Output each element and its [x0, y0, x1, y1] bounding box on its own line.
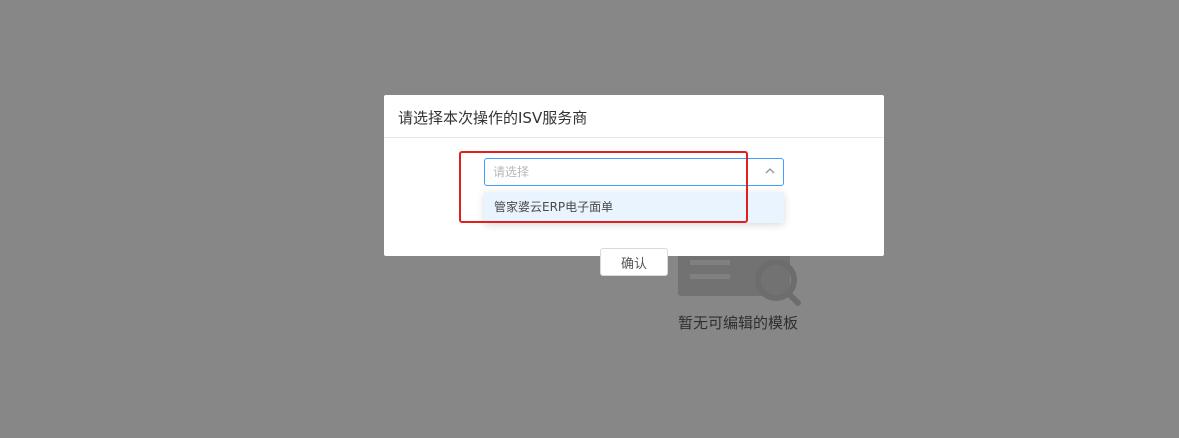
dialog-title: 请选择本次操作的ISV服务商 [384, 95, 884, 138]
confirm-button[interactable]: 确认 [600, 248, 668, 276]
isv-select-dialog: 请选择本次操作的ISV服务商 确认 [384, 95, 884, 276]
dropdown-option[interactable]: 管家婆云ERP电子面单 [484, 192, 784, 223]
select-dropdown: 管家婆云ERP电子面单 [484, 192, 784, 223]
isv-select-input[interactable] [484, 158, 784, 186]
chevron-up-icon[interactable] [764, 165, 776, 177]
